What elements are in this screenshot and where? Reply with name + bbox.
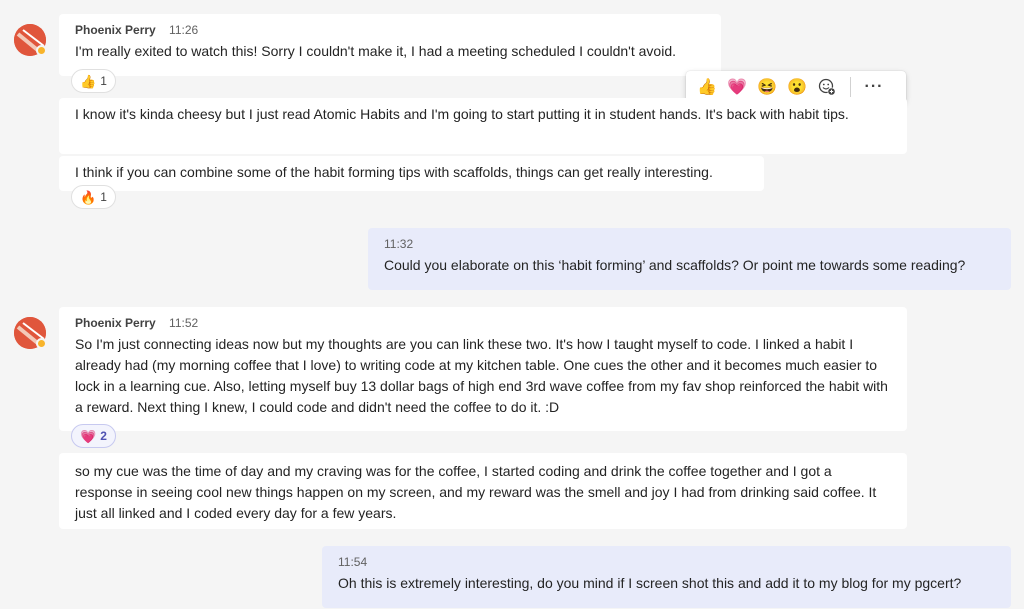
message-bubble[interactable]: I know it's kinda cheesy but I just read… bbox=[59, 98, 907, 154]
message-text: I'm really exited to watch this! Sorry I… bbox=[75, 43, 676, 59]
message-text: Could you elaborate on this ‘habit formi… bbox=[384, 257, 966, 273]
fire-icon: 🔥 bbox=[80, 189, 97, 205]
thumbs-up-icon: 👍 bbox=[80, 73, 97, 89]
message-bubble[interactable]: I think if you can combine some of the h… bbox=[59, 156, 764, 191]
message-time: 11:26 bbox=[169, 23, 199, 37]
add-reaction-button[interactable] bbox=[812, 73, 842, 101]
message-bubble[interactable]: so my cue was the time of day and my cra… bbox=[59, 453, 907, 529]
like-reaction-button[interactable]: 👍 bbox=[692, 73, 722, 101]
message-text: Oh this is extremely interesting, do you… bbox=[338, 575, 962, 591]
heart-reaction-button[interactable]: 💗 bbox=[722, 73, 752, 101]
reaction-count: 1 bbox=[100, 190, 107, 204]
sender-name: Phoenix Perry bbox=[75, 23, 156, 37]
message-time: 11:52 bbox=[169, 316, 199, 330]
message-text: I know it's kinda cheesy but I just read… bbox=[75, 106, 849, 122]
my-message-bubble[interactable]: 11:32 Could you elaborate on this ‘habit… bbox=[368, 228, 1011, 290]
reaction-pill[interactable]: 💗 2 bbox=[71, 424, 116, 448]
message-text: I think if you can combine some of the h… bbox=[75, 164, 713, 180]
surprised-reaction-button[interactable]: 😮 bbox=[782, 73, 812, 101]
message-time: 11:54 bbox=[338, 555, 368, 569]
more-options-button[interactable]: ··· bbox=[859, 73, 889, 101]
reaction-count: 1 bbox=[100, 74, 107, 88]
message-time: 11:32 bbox=[384, 237, 414, 251]
add-reaction-icon bbox=[818, 78, 836, 96]
sender-name: Phoenix Perry bbox=[75, 316, 156, 330]
message-bubble[interactable]: Phoenix Perry 11:26 I'm really exited to… bbox=[59, 14, 721, 76]
heart-icon: 💗 bbox=[80, 428, 97, 444]
reaction-count: 2 bbox=[100, 429, 107, 443]
my-message-bubble[interactable]: 11:54 Oh this is extremely interesting, … bbox=[322, 546, 1011, 608]
reaction-pill[interactable]: 👍 1 bbox=[71, 69, 116, 93]
message-bubble[interactable]: Phoenix Perry 11:52 So I'm just connecti… bbox=[59, 307, 907, 431]
laugh-reaction-button[interactable]: 😆 bbox=[752, 73, 782, 101]
toolbar-divider bbox=[850, 77, 851, 97]
message-text: so my cue was the time of day and my cra… bbox=[75, 463, 877, 521]
reaction-pill[interactable]: 🔥 1 bbox=[71, 185, 116, 209]
presence-away-icon bbox=[36, 338, 47, 349]
message-text: So I'm just connecting ideas now but my … bbox=[75, 336, 888, 415]
presence-away-icon bbox=[36, 45, 47, 56]
